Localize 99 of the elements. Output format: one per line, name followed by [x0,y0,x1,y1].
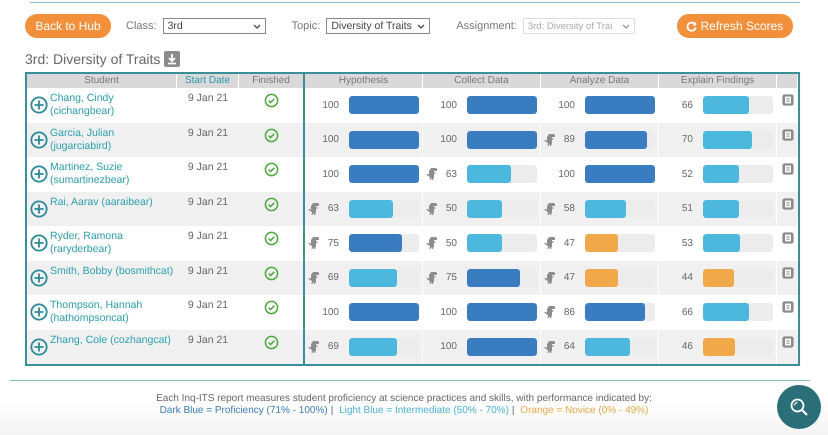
start-date: 9 Jan 21 [188,126,228,138]
dinosaur-icon [543,340,557,354]
dinosaur-icon [425,236,439,250]
score-value: 53 [680,238,693,249]
report-document-icon[interactable] [782,128,794,140]
start-date: 9 Jan 21 [188,264,228,276]
topic-dropdown[interactable]: Diversity of Traits [326,18,430,34]
student-name-link[interactable]: Martinez, Suzie (sumartinezbear) [50,161,177,187]
class-label: Class: [126,20,157,32]
dinosaur-icon [543,270,557,285]
dinosaur-icon [307,340,321,354]
chevron-down-icon [417,24,426,28]
report-document-icon[interactable] [782,198,794,210]
score-value: 52 [680,168,693,180]
score-value: 100 [321,134,339,146]
score-value: 44 [680,272,693,284]
report-document-icon[interactable] [782,232,794,244]
search-icon [789,397,809,417]
score-value: 66 [680,306,693,318]
start-date: 9 Jan 21 [188,230,228,242]
student-name-link[interactable]: Chang, Cindy (cichangbear) [50,92,177,118]
dinosaur-icon [543,236,557,250]
dinosaur-icon [307,270,321,285]
dinosaur-icon [425,202,439,216]
score-value: 100 [439,134,457,146]
score-value: 100 [321,306,339,318]
score-value: 58 [562,203,575,214]
student-name-link[interactable]: Ryder, Ramona (raryderbear) [50,230,177,256]
separator-text: | [330,405,334,416]
refresh-scores-button[interactable]: Refresh Scores [676,14,793,38]
start-date: 9 Jan 21 [188,196,228,208]
score-value: 50 [444,203,457,214]
score-value: 63 [444,168,457,180]
expand-icon[interactable] [30,234,48,252]
score-value: 86 [562,306,575,318]
score-value: 50 [444,238,457,249]
score-value: 100 [321,168,339,180]
score-value: 100 [557,168,575,180]
student-name-link[interactable]: Smith, Bobby (bosmithcat) [50,264,174,278]
student-name-link[interactable]: Rai, Aarav (aaraibear) [50,196,153,208]
score-value: 89 [562,134,575,146]
back-to-hub-button[interactable]: Back to Hub [25,14,111,38]
score-value: 69 [326,341,339,352]
refresh-icon [686,20,698,32]
separator-text: | [512,405,515,416]
legend-text: Each Inq-ITS report measures student proficiency at science practices and skills, with performance indicated by: [155,393,653,404]
score-value: 47 [562,238,575,249]
dinosaur-icon [425,167,439,182]
score-value: 75 [444,272,457,284]
report-document-icon[interactable] [782,94,794,106]
start-date: 9 Jan 21 [188,161,228,173]
report-document-icon[interactable] [782,336,794,348]
score-value: 100 [439,100,457,111]
expand-icon[interactable] [30,303,48,321]
report-document-icon[interactable] [782,163,794,175]
score-value: 70 [680,134,693,146]
chevron-down-icon [252,24,261,28]
score-value: 51 [680,203,693,214]
search-button[interactable] [777,385,821,429]
student-name-link[interactable]: Garcia, Julian (jugarciabird) [50,126,177,152]
score-value: 69 [326,272,339,284]
start-date: 9 Jan 21 [188,299,228,311]
start-date: 9 Jan 21 [188,92,228,104]
dinosaur-icon [307,202,321,216]
report-document-icon[interactable] [782,266,794,278]
expand-icon[interactable] [30,338,48,356]
score-value: 75 [326,238,339,249]
score-value: 100 [439,306,457,318]
score-value: 100 [557,100,575,111]
score-value: 47 [562,272,575,284]
class-dropdown[interactable]: 3rd [162,18,266,34]
expand-icon[interactable] [30,165,48,183]
score-value: 100 [439,341,457,352]
topic-label: Topic: [292,20,320,32]
download-icon[interactable] [164,51,180,67]
dinosaur-icon [307,236,321,250]
legend-item: Light Blue = Intermediate (50% - 70%) [339,405,509,416]
assignment-label: Assignment: [456,20,517,32]
expand-icon[interactable] [30,130,48,148]
score-value: 63 [326,203,339,214]
student-name-link[interactable]: Zhang, Cole (cozhangcat) [50,334,171,346]
expand-icon[interactable] [30,96,48,114]
expand-icon[interactable] [30,200,48,218]
legend-item: Orange = Novice (0% - 49%) [520,405,648,416]
report-document-icon[interactable] [782,301,794,313]
score-value: 66 [680,100,693,111]
chevron-down-icon [622,24,630,28]
report-title: 3rd: Diversity of Traits [25,51,160,67]
score-value: 64 [562,341,575,352]
dinosaur-icon [543,132,557,147]
score-value: 100 [321,100,339,111]
expand-icon[interactable] [30,268,48,286]
dinosaur-icon [425,270,439,285]
dinosaur-icon [543,202,557,216]
student-name-link[interactable]: Thompson, Hannah (hathompsoncat) [50,299,177,325]
start-date: 9 Jan 21 [188,334,228,346]
dinosaur-icon [543,305,557,320]
score-value: 46 [680,341,693,352]
legend-item: Dark Blue = Proficiency (71% - 100%) [160,405,328,416]
